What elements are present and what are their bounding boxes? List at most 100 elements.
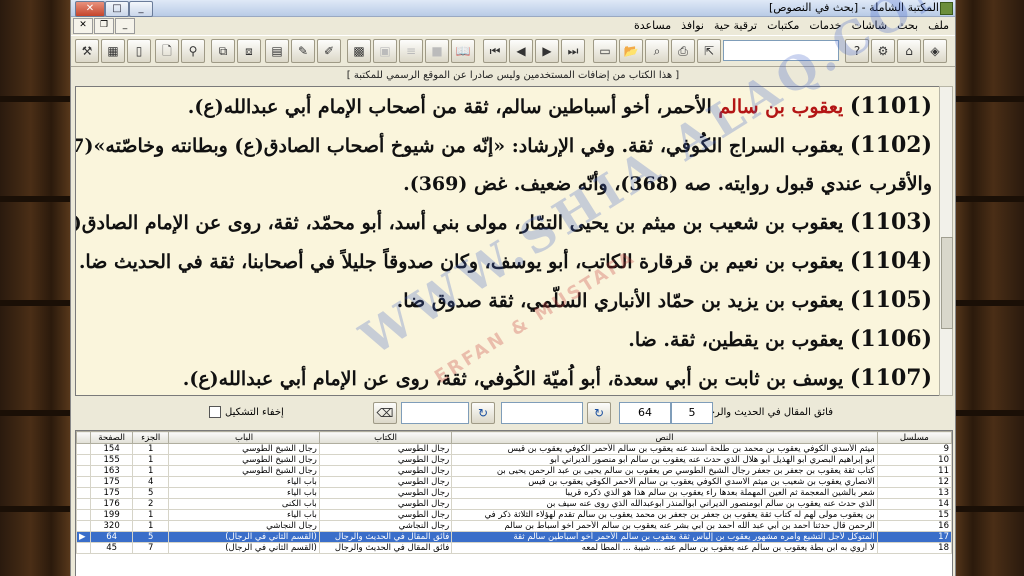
book-icon[interactable]: 📖 [451,39,475,63]
menu-windows[interactable]: نوافذ [681,17,704,34]
col-book-header[interactable]: الكتاب [318,431,453,444]
table-row[interactable]: 45 7 (القسم الثاني في الرجال) فائق المقال ف… [76,542,952,554]
quick-search-input[interactable] [723,40,839,61]
export-icon[interactable]: ⇱ [697,39,721,63]
eraser-icon[interactable]: ⌫ [373,402,397,424]
calculator-icon[interactable]: ▦ [101,39,125,63]
menu-search[interactable]: بحث [897,17,918,34]
grid-icon[interactable]: ▩ [347,39,371,63]
table-row[interactable]: 175 5 باب الياء رجال الطوسي شعر بالشين المعج… [76,487,952,499]
col-chapter-header[interactable]: الباب [168,431,320,444]
text-paragraph: (1102) يعقوب السراج الكُوفي، ثقة. وفي ال… [76,132,932,158]
folder-icon[interactable]: 📂 [619,39,643,63]
text-paragraph: (1103) يعقوب بن شعيب بن ميثم بن يحيى الت… [75,209,932,235]
row-indicator [76,476,92,488]
next-page-icon[interactable]: ▶ [535,39,559,63]
pencil-icon[interactable]: ✐ [317,39,341,63]
col-serial-header[interactable]: مسلسل [876,431,952,444]
pages-icon[interactable]: ⧈ [237,39,261,63]
table-row[interactable]: 176 2 باب الكنى رجال الطوسي الذي حدث عنه يعق… [76,498,952,510]
menu-help[interactable]: مساعدة [634,17,671,34]
table-row[interactable]: 163 1 رجال الشيخ الطوسي رجال الطوسي كتاب ثقة… [76,465,952,477]
print-icon[interactable]: ⎙ [671,39,695,63]
table-row[interactable]: 320 1 رجال النجاشي رجال النجاشي الرحمن قال ح… [76,520,952,532]
scroll-thumb[interactable] [941,237,953,329]
menu-live-update[interactable]: ترقية حية [714,17,757,34]
bookmark-icon[interactable]: ⌂ [897,39,921,63]
filter-field[interactable] [401,402,469,424]
find-icon[interactable]: ⌕ [645,39,669,63]
cell-page: 320 [90,520,134,532]
hide-tashkeel-checkbox[interactable]: إخفاء التشكيل [209,406,284,418]
binoculars-icon[interactable]: ⚲ [181,39,205,63]
cell-text: الانصاري يعقوب بن شعيب بن ميثم الاسدي ال… [451,476,878,488]
row-indicator [76,509,92,521]
menu-screens[interactable]: شاشات [852,17,888,34]
cell-book: رجال النجاشي [318,520,453,532]
table-row[interactable]: 199 1 باب الياء رجال الطوسي بن يعقوب مولى له… [76,509,952,521]
cell-serial: 17 [876,531,952,543]
refresh-icon[interactable]: ↻ [587,402,611,424]
text-scrollbar[interactable] [939,86,953,396]
disabled-block-icon[interactable]: ■ [425,39,449,63]
cell-book: رجال الطوسي [318,476,453,488]
table-row[interactable]: 154 1 رجال الشيخ الطوسي رجال الطوسي ميثم الأ… [76,443,952,455]
first-page-icon[interactable]: ⏮ [483,39,507,63]
mdi-minimize-icon[interactable]: _ [115,18,135,34]
text-paragraph: (1104) يعقوب بن نعيم بن قرقارة الكاتب، أ… [78,248,932,274]
refresh-icon[interactable]: ↻ [471,402,495,424]
note-icon[interactable]: ▤ [265,39,289,63]
last-page-icon[interactable]: ⏭ [561,39,585,63]
row-indicator [76,465,92,477]
library-icon[interactable]: ◈ [923,39,947,63]
menu-libraries[interactable]: مكتبات [767,17,799,34]
cell-chapter: (القسم الثاني في الرجال) [168,531,320,543]
col-text-header[interactable]: النص [451,431,878,444]
settings-icon[interactable]: ⚙ [871,39,895,63]
maximize-icon[interactable]: □ [105,1,129,17]
extra-field[interactable] [501,402,583,424]
copy-icon[interactable]: ⧉ [211,39,235,63]
cell-text: الذي حدث عنه يعقوب بن سالم أبومنصور الدي… [451,498,878,510]
book-text-pane[interactable]: (1101) يعقوب بن سالم الأحمر، أخو أسباطين… [75,86,943,396]
row-indicator [76,443,92,455]
cell-chapter: رجال الشيخ الطوسي [168,454,320,466]
document-icon[interactable]: ▯ [127,39,151,63]
menu-bar: ✕ ❐ _ ملف بحث شاشات خدمات مكتبات ترقية ح… [71,17,955,34]
new-page-icon[interactable]: 🗋 [155,39,179,63]
edit-icon[interactable]: ✎ [291,39,315,63]
page-field[interactable]: 64 [619,402,671,424]
cell-book: رجال الطوسي [318,509,453,521]
window-icon[interactable]: ▭ [593,39,617,63]
col-part-header[interactable]: الجزء [132,431,170,444]
cell-serial: 18 [876,542,952,554]
app-window: ✕ □ _ المكتبة الشاملة - [بحث في النصوص] … [70,0,956,576]
mdi-restore-icon[interactable]: ❐ [94,18,114,34]
cell-part: 1 [132,454,170,466]
menu-file[interactable]: ملف [928,17,949,34]
menu-services[interactable]: خدمات [809,17,841,34]
cell-chapter: رجال الشيخ الطوسي [168,465,320,477]
checkbox-box[interactable] [209,406,221,418]
text-paragraph: (1101) يعقوب بن سالم الأحمر، أخو أسباطين… [187,93,932,119]
disabled-save-icon[interactable]: ▣ [373,39,397,63]
text-paragraph: (1106) يعقوب بن يقطين، ثقة. ضا. [628,326,932,352]
disabled-list-icon[interactable]: ≡ [399,39,423,63]
table-row[interactable]: ▶ 64 5 (القسم الثاني في الرجال) فائق المقال … [76,531,952,543]
tools-icon[interactable]: ⚒ [75,39,99,63]
mdi-controls: ✕ ❐ _ [73,18,135,34]
table-row[interactable]: 175 4 باب الياء رجال الطوسي الانصاري يعقوب ب… [76,476,952,488]
minimize-icon[interactable]: _ [129,1,153,17]
prev-page-icon[interactable]: ◀ [509,39,533,63]
col-page-header[interactable]: الصفحة [90,431,134,444]
row-indicator [76,542,92,554]
cell-text: شعر بالشين المعجمة ثم العين المهملة بعده… [451,487,878,499]
help-icon[interactable]: ? [845,39,869,63]
mdi-close-icon[interactable]: ✕ [73,18,93,34]
table-row[interactable]: 155 1 رجال الشيخ الطوسي رجال الطوسي أبو إبرا… [76,454,952,466]
cell-page: 176 [90,498,134,510]
cell-serial: 13 [876,487,952,499]
part-field[interactable]: 5 [671,402,713,424]
close-icon[interactable]: ✕ [75,1,105,17]
results-table[interactable]: الصفحة الجزء الباب الكتاب النص مسلسل 154… [75,430,953,576]
